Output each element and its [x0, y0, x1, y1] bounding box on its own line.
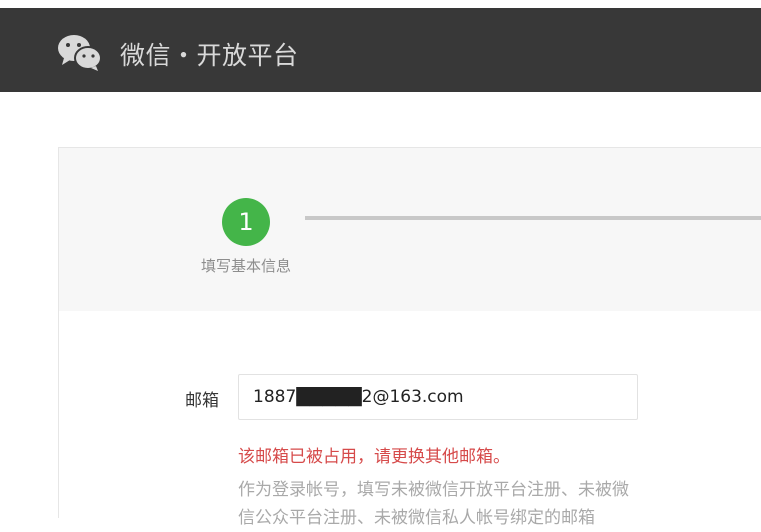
brand-title[interactable]: 微信・开放平台: [120, 36, 299, 72]
email-hint-text: 作为登录帐号，填写未被微信开放平台注册、未被微信公众平台注册、未被微信私人帐号绑…: [238, 480, 629, 528]
window-top-edge: [0, 0, 761, 8]
top-header-bar: 微信・开放平台: [0, 8, 761, 92]
email-input[interactable]: [238, 374, 638, 420]
step-1-label: 填写基本信息: [200, 257, 291, 275]
email-label: 邮箱: [185, 391, 219, 411]
wechat-logo-icon[interactable]: [56, 32, 104, 72]
step-progress: 1 填写基本信息: [59, 148, 761, 311]
step-1-indicator: 1: [222, 198, 270, 246]
registration-panel: 1 填写基本信息 邮箱 该邮箱已被占用，请更换其他邮箱。 作为登录帐号，填写未被…: [58, 147, 761, 528]
email-error-message: 该邮箱已被占用，请更换其他邮箱。: [238, 447, 510, 467]
step-connector-line: [305, 216, 761, 220]
